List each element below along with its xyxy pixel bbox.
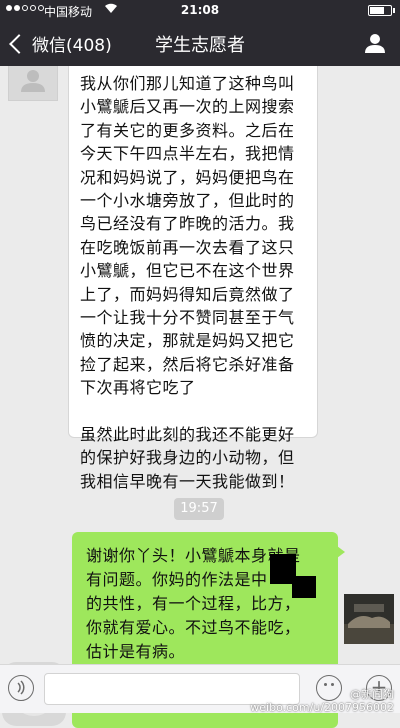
chat-header: 微信(408) 学生志愿者 — [0, 20, 400, 66]
message-line: 你就有爱心。不过鸟不能吃， — [86, 618, 301, 637]
message-text: 我从你们那儿知道了这种鸟叫小鷿鷈后又再一次的上网搜索了有关它的更多资料。之后在今… — [80, 74, 295, 398]
watermark-handle: @新闻狗 — [350, 688, 394, 701]
my-avatar[interactable] — [344, 594, 394, 644]
battery-icon — [368, 5, 395, 16]
message-timestamp: 19:57 — [174, 498, 224, 520]
message-line: 估计是有病。 — [86, 642, 186, 661]
incoming-message-bubble[interactable]: 我从你们那儿知道了这种鸟叫小鷿鷈后又再一次的上网搜索了有关它的更多资料。之后在今… — [68, 66, 318, 491]
watermark: @新闻狗 weibo.com/u/2007956002 — [250, 688, 394, 714]
chat-title: 学生志愿者 — [155, 35, 245, 56]
watermark-url: weibo.com/u/2007956002 — [250, 701, 394, 714]
message-text: 虽然此时此刻的我还不能更好的保护好我身边的小动物，但我相信早晚有一天我能做到！ — [80, 424, 295, 491]
status-time: 21:08 — [180, 3, 220, 17]
person-icon[interactable] — [364, 32, 386, 54]
avatar-photo — [344, 594, 394, 644]
voice-icon[interactable] — [8, 675, 34, 701]
default-avatar-icon — [21, 70, 45, 92]
sender-avatar[interactable] — [8, 66, 58, 101]
message-list[interactable]: 我从你们那儿知道了这种鸟叫小鷿鷈后又再一次的上网搜索了有关它的更多资料。之后在今… — [0, 66, 400, 728]
status-bar: 中国移动 21:08 — [0, 0, 400, 20]
redaction-mask — [292, 576, 316, 598]
